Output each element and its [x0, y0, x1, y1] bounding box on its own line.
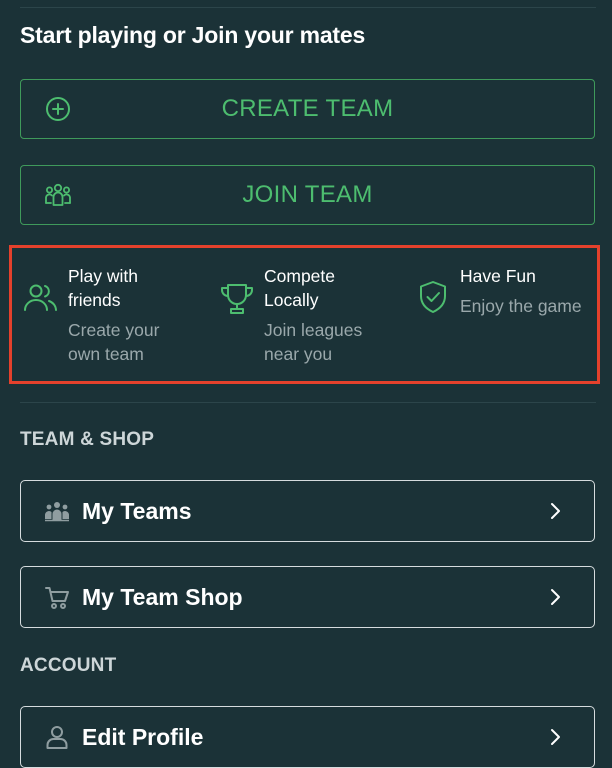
- top-divider: [20, 7, 596, 8]
- cart-icon: [44, 584, 70, 610]
- feature-title: Play with friends: [68, 266, 139, 310]
- chevron-right-icon: [548, 727, 562, 747]
- trophy-icon: [218, 280, 256, 318]
- chevron-right-icon: [548, 587, 562, 607]
- feature-title: Compete Locally: [264, 266, 336, 310]
- nav-label: My Teams: [82, 497, 192, 524]
- users-icon: [22, 280, 60, 318]
- join-team-button[interactable]: JOIN TEAM: [20, 165, 595, 225]
- account-heading: ACCOUNT: [20, 655, 117, 676]
- nav-label: My Team Shop: [82, 583, 243, 610]
- team-icon: [44, 498, 70, 524]
- my-teams-button[interactable]: My Teams: [20, 480, 595, 542]
- shield-check-icon: [414, 278, 452, 316]
- join-team-label: JOIN TEAM: [242, 181, 373, 208]
- chevron-right-icon: [548, 501, 562, 521]
- features-highlight-box: Play with friends Create your own team C…: [9, 245, 600, 384]
- create-team-button[interactable]: CREATE TEAM: [20, 79, 595, 139]
- create-team-label: CREATE TEAM: [221, 95, 394, 122]
- feature-title: Have Fun: [460, 266, 536, 286]
- team-shop-heading: TEAM & SHOP: [20, 429, 155, 450]
- edit-profile-button[interactable]: Edit Profile: [20, 706, 595, 768]
- section-divider: [20, 402, 596, 403]
- section-title: Start playing or Join your mates: [20, 22, 366, 48]
- user-icon: [44, 724, 70, 750]
- group-icon: [43, 180, 73, 210]
- feature-subtitle: Join leagues near you: [264, 320, 363, 364]
- plus-circle-icon: [43, 94, 73, 124]
- nav-label: Edit Profile: [82, 723, 204, 750]
- my-team-shop-button[interactable]: My Team Shop: [20, 566, 595, 628]
- feature-subtitle: Create your own team: [68, 320, 160, 364]
- feature-subtitle: Enjoy the game: [460, 296, 582, 316]
